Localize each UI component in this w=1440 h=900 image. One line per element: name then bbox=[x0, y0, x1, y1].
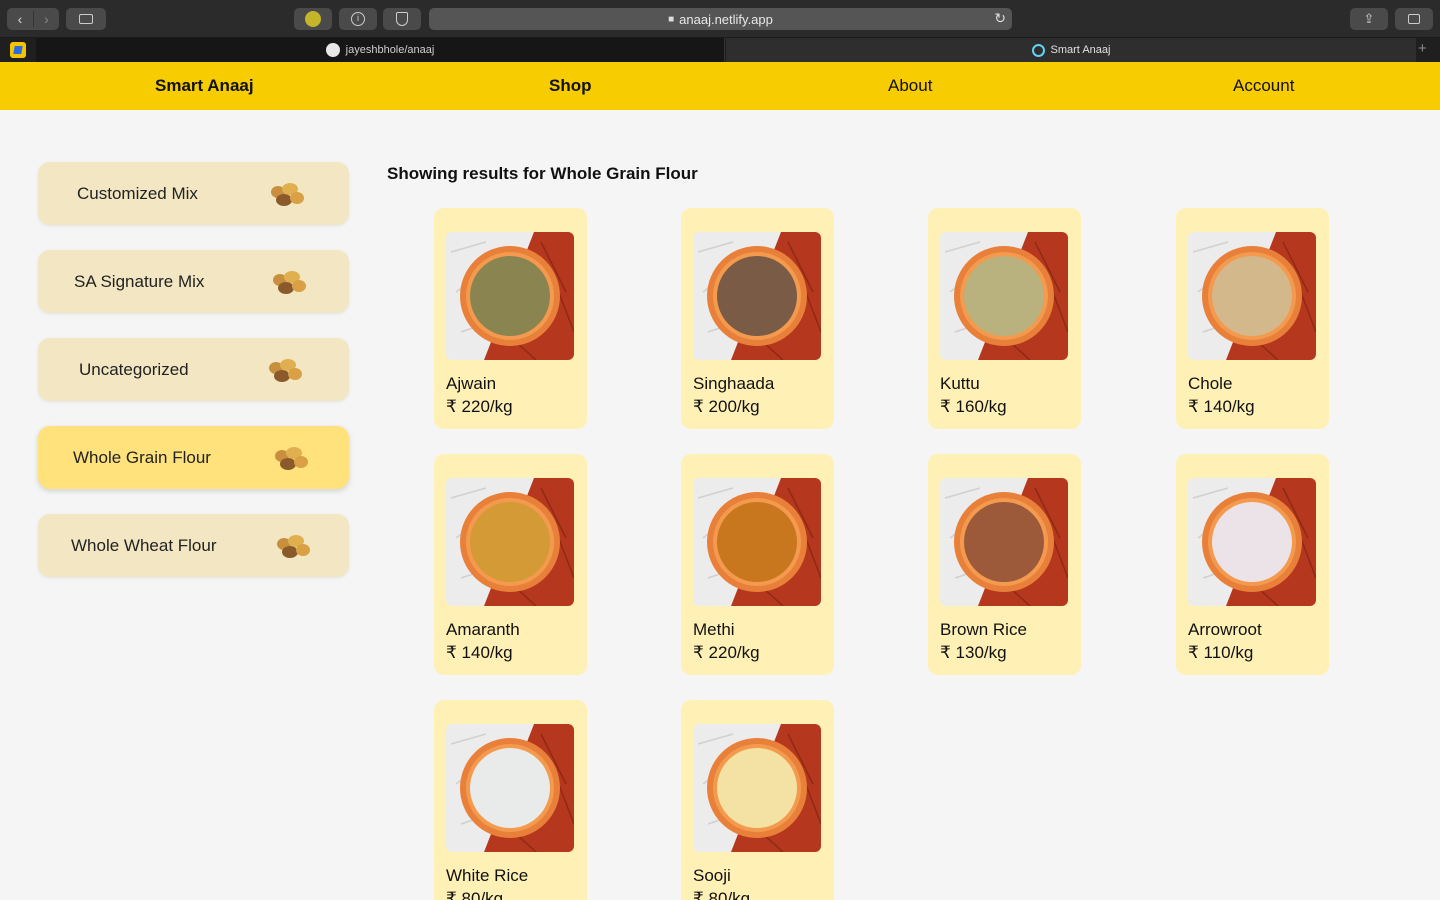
product-card[interactable]: Amaranth ₹ 140/kg bbox=[434, 454, 587, 675]
tab-overview-icon bbox=[1408, 14, 1420, 24]
pinned-tab[interactable] bbox=[0, 38, 35, 62]
product-image bbox=[446, 724, 574, 852]
lock-icon: ■ bbox=[668, 13, 675, 25]
address-bar[interactable]: ■ anaaj.netlify.app ↻ bbox=[429, 8, 1012, 30]
sidebar-icon bbox=[79, 14, 93, 24]
product-image bbox=[940, 478, 1068, 606]
category-label: Whole Grain Flour bbox=[73, 448, 211, 467]
share-button[interactable]: ⇪ bbox=[1350, 8, 1388, 30]
category-label: Whole Wheat Flour bbox=[71, 536, 217, 555]
history-nav: ‹ › bbox=[7, 8, 59, 30]
product-image bbox=[693, 232, 821, 360]
dry-fruits-icon bbox=[277, 535, 310, 558]
product-card[interactable]: Kuttu ₹ 160/kg bbox=[928, 208, 1081, 429]
product-card[interactable]: Methi ₹ 220/kg bbox=[681, 454, 834, 675]
product-price: ₹ 220/kg bbox=[446, 397, 513, 416]
dry-fruits-icon bbox=[273, 271, 306, 294]
dry-fruits-icon bbox=[271, 183, 304, 206]
product-card[interactable]: Chole ₹ 140/kg bbox=[1176, 208, 1329, 429]
forward-icon[interactable]: › bbox=[33, 11, 59, 27]
product-name: Singhaada bbox=[693, 374, 775, 393]
product-name: Arrowroot bbox=[1188, 620, 1262, 639]
tab-smart-anaaj[interactable]: Smart Anaaj bbox=[726, 38, 1416, 62]
category-whole-grain-flour[interactable]: Whole Grain Flour bbox=[38, 426, 349, 489]
product-card[interactable]: Sooji ₹ 80/kg bbox=[681, 700, 834, 900]
sidebar-toggle-button[interactable] bbox=[66, 8, 106, 30]
nav-account[interactable]: Account bbox=[1233, 76, 1294, 96]
product-name: Amaranth bbox=[446, 620, 520, 639]
product-name: Sooji bbox=[693, 866, 731, 885]
info-icon: i bbox=[351, 12, 365, 26]
privacy-button[interactable] bbox=[383, 8, 421, 30]
product-card[interactable]: White Rice ₹ 80/kg bbox=[434, 700, 587, 900]
product-card[interactable]: Brown Rice ₹ 130/kg bbox=[928, 454, 1081, 675]
info-button[interactable]: i bbox=[339, 8, 377, 30]
category-whole-wheat-flour[interactable]: Whole Wheat Flour bbox=[38, 514, 349, 577]
address-url: anaaj.netlify.app bbox=[679, 11, 773, 27]
share-icon: ⇪ bbox=[1363, 11, 1375, 26]
dry-fruits-icon bbox=[269, 359, 302, 382]
product-card[interactable]: Arrowroot ₹ 110/kg bbox=[1176, 454, 1329, 675]
back-icon[interactable]: ‹ bbox=[7, 11, 33, 27]
github-icon bbox=[325, 43, 340, 57]
product-card[interactable]: Ajwain ₹ 220/kg bbox=[434, 208, 587, 429]
extension-button[interactable] bbox=[294, 8, 332, 30]
browser-toolbar: ‹ › i ■ anaaj.netlify.app ↻ ⇪ bbox=[0, 0, 1440, 38]
product-price: ₹ 140/kg bbox=[446, 643, 513, 662]
product-image bbox=[1188, 232, 1316, 360]
product-name: Methi bbox=[693, 620, 735, 639]
tab-label: Smart Anaaj bbox=[1050, 44, 1111, 56]
new-tab-icon[interactable]: + bbox=[1418, 40, 1427, 57]
tab-label: jayeshbhole/anaaj bbox=[345, 44, 435, 56]
product-price: ₹ 140/kg bbox=[1188, 397, 1255, 416]
product-price: ₹ 110/kg bbox=[1188, 643, 1254, 662]
site-navbar: Smart Anaaj Shop About Account bbox=[0, 62, 1440, 110]
product-price: ₹ 80/kg bbox=[446, 889, 504, 900]
nav-about[interactable]: About bbox=[888, 76, 932, 96]
flipkart-icon bbox=[9, 42, 26, 58]
extension-icon bbox=[305, 11, 321, 27]
product-name: Chole bbox=[1188, 374, 1233, 393]
product-image bbox=[446, 232, 574, 360]
category-customized-mix[interactable]: Customized Mix bbox=[38, 162, 349, 225]
tab-strip: jayeshbhole/anaaj Smart Anaaj + bbox=[0, 38, 1440, 62]
product-name: Brown Rice bbox=[940, 620, 1027, 639]
product-image bbox=[940, 232, 1068, 360]
product-price: ₹ 220/kg bbox=[693, 643, 760, 662]
product-name: Kuttu bbox=[940, 374, 980, 393]
react-icon bbox=[1031, 43, 1045, 57]
product-card[interactable]: Singhaada ₹ 200/kg bbox=[681, 208, 834, 429]
product-price: ₹ 80/kg bbox=[693, 889, 751, 900]
product-image bbox=[446, 478, 574, 606]
tab-overview-button[interactable] bbox=[1395, 8, 1433, 30]
product-image bbox=[693, 478, 821, 606]
category-uncategorized[interactable]: Uncategorized bbox=[38, 338, 349, 401]
tab-github[interactable]: jayeshbhole/anaaj bbox=[36, 38, 725, 62]
category-label: Uncategorized bbox=[79, 360, 189, 379]
product-price: ₹ 130/kg bbox=[940, 643, 1007, 662]
product-name: Ajwain bbox=[446, 374, 497, 393]
product-name: White Rice bbox=[446, 866, 529, 885]
results-heading: Showing results for Whole Grain Flour bbox=[387, 164, 698, 183]
category-label: Customized Mix bbox=[77, 184, 198, 203]
reload-icon[interactable]: ↻ bbox=[994, 10, 1006, 27]
product-price: ₹ 160/kg bbox=[940, 397, 1007, 416]
dry-fruits-icon bbox=[275, 447, 308, 470]
nav-shop[interactable]: Shop bbox=[549, 76, 592, 96]
category-sa-signature-mix[interactable]: SA Signature Mix bbox=[38, 250, 349, 313]
product-image bbox=[693, 724, 821, 852]
product-image bbox=[1188, 478, 1316, 606]
brand-link[interactable]: Smart Anaaj bbox=[155, 76, 254, 96]
category-label: SA Signature Mix bbox=[74, 272, 205, 291]
product-price: ₹ 200/kg bbox=[693, 397, 760, 416]
shield-icon bbox=[396, 12, 408, 26]
